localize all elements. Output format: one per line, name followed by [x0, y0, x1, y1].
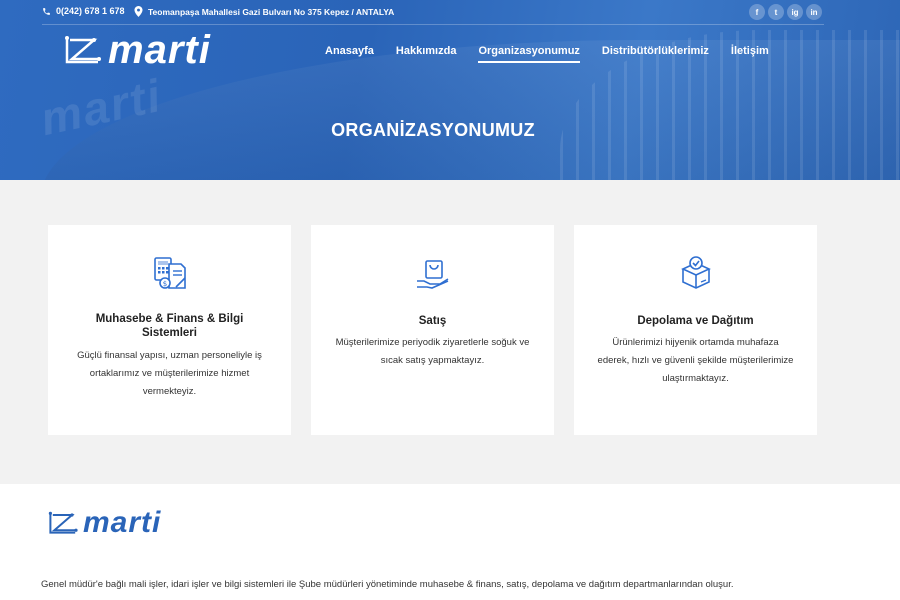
instagram-icon[interactable]: ig	[787, 4, 803, 20]
logo-wordmark: marti	[108, 28, 211, 72]
facebook-icon[interactable]: f	[749, 4, 765, 20]
card-sales: Satış Müşterilerimize periyodik ziyaretl…	[311, 225, 554, 435]
top-bar: 0(242) 678 1 678 Teomanpaşa Mahallesi Ga…	[0, 0, 900, 25]
card-title: Satış	[418, 315, 447, 327]
main-navigation: Anasayfa Hakkımızda Organizasyonumuz Dis…	[325, 45, 769, 63]
topbar-divider	[42, 24, 824, 25]
phone-number: 0(242) 678 1 678	[56, 6, 125, 16]
card-text: Müşterilerimize periyodik ziyaretlerle s…	[335, 337, 530, 366]
nav-item-contact[interactable]: İletişim	[731, 45, 769, 63]
twitter-icon[interactable]: t	[768, 4, 784, 20]
package-box-icon	[681, 256, 711, 289]
nav-item-distributors[interactable]: Distribütörlüklerimiz	[602, 45, 709, 63]
card-title: Depolama ve Dağıtım	[637, 315, 754, 327]
phone-contact[interactable]: 0(242) 678 1 678	[42, 6, 125, 16]
nav-item-about[interactable]: Hakkımızda	[396, 45, 457, 63]
card-title: Muhasebe & Finans & Bilgi Sistemleri	[95, 313, 244, 339]
card-text: Güçlü finansal yapısı, uzman personeliyl…	[77, 350, 262, 397]
linkedin-icon[interactable]: in	[806, 4, 822, 20]
card-accounting: $ Muhasebe & Finans & Bilgi Sistemleri G…	[48, 225, 291, 435]
about-section: marti Genel müdür'e bağlı mali işler, id…	[0, 484, 900, 600]
accounting-calculator-icon: $	[154, 257, 186, 289]
card-warehouse: Depolama ve Dağıtım Ürünlerimizi hijyeni…	[574, 225, 817, 435]
department-cards: $ Muhasebe & Finans & Bilgi Sistemleri G…	[48, 225, 817, 435]
social-links: f t ig in	[749, 4, 822, 20]
svg-text:$: $	[163, 280, 167, 288]
logo-mark-icon	[65, 36, 101, 64]
page-title: ORGANİZASYONUMUZ	[331, 120, 535, 140]
address-contact: Teomanpaşa Mahallesi Gazi Bulvarı No 375…	[134, 6, 394, 17]
organization-description: Genel müdür'e bağlı mali işler, idari iş…	[41, 579, 734, 590]
site-logo[interactable]: marti	[64, 30, 211, 70]
address-text: Teomanpaşa Mahallesi Gazi Bulvarı No 375…	[148, 6, 395, 17]
logo-wordmark: marti	[83, 506, 162, 539]
card-text: Ürünlerimizi hijyenik ortamda muhafaza e…	[597, 337, 794, 384]
phone-icon	[43, 7, 50, 15]
hero-banner: marti 0(242) 678 1 678 Teomanpaşa Mahall…	[0, 0, 900, 180]
nav-item-organization[interactable]: Organizasyonumuz	[478, 45, 580, 63]
logo-mark-icon	[48, 511, 78, 534]
nav-item-home[interactable]: Anasayfa	[325, 45, 374, 63]
footer-logo: marti	[48, 508, 161, 538]
shopping-bag-hand-icon	[417, 260, 449, 289]
location-pin-icon	[134, 6, 143, 17]
